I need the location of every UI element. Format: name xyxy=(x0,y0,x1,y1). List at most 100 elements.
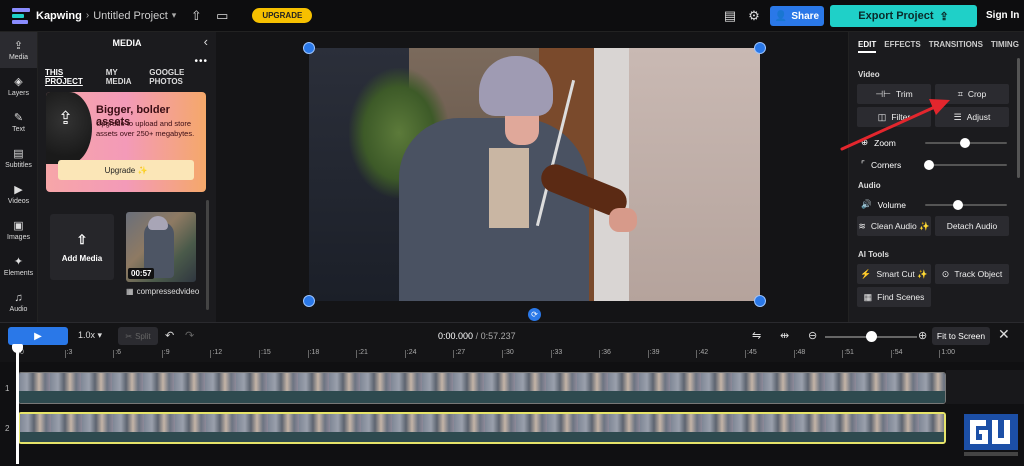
resize-handle-bottom-right[interactable] xyxy=(754,295,766,307)
rail-item-elements[interactable]: ✦ Elements xyxy=(0,248,37,284)
resize-handle-top-right[interactable] xyxy=(754,42,766,54)
close-icon[interactable]: ✕ xyxy=(998,326,1010,343)
split-label: Split xyxy=(135,331,151,341)
video-clip-track-1[interactable] xyxy=(18,372,946,404)
tab-transitions[interactable]: TRANSITIONS xyxy=(929,40,983,53)
gear-icon[interactable]: ⚙ xyxy=(746,8,762,24)
tab-my-media[interactable]: MY MEDIA xyxy=(106,68,143,86)
section-label-ai-tools: AI Tools xyxy=(858,250,889,259)
thumbnail-filename: ▦ compressedvideo xyxy=(126,287,199,296)
track-object-button[interactable]: ⊙ Track Object xyxy=(935,264,1009,284)
target-icon: ⊙ xyxy=(941,268,950,279)
rail-item-label: Elements xyxy=(3,270,34,277)
fit-width-icon[interactable]: ⇹ xyxy=(780,329,789,342)
rail-item-media[interactable]: ⇪ Media xyxy=(0,32,37,68)
trim-button[interactable]: ⊣⊢ Trim xyxy=(857,84,931,104)
corners-slider-knob[interactable] xyxy=(924,160,934,170)
add-media-button[interactable]: ⇧ Add Media xyxy=(50,214,114,280)
ruler-tick-mark xyxy=(647,350,649,358)
undo-icon[interactable]: ↶ xyxy=(165,329,174,342)
timeline-zoom-knob[interactable] xyxy=(866,331,877,342)
playback-speed-select[interactable]: 1.0x ▾ xyxy=(78,330,102,341)
volume-slider-knob[interactable] xyxy=(953,200,963,210)
timeline-ruler[interactable]: :0:3:6:9:12:15:18:21:24:27:30:33:36:39:4… xyxy=(0,348,1024,362)
ruler-tick-mark xyxy=(696,350,698,358)
find-scenes-button[interactable]: ▦ Find Scenes xyxy=(857,287,931,307)
split-button[interactable]: ✂ Split xyxy=(118,327,158,345)
ruler-tick-mark xyxy=(890,350,892,358)
ruler-tick-mark xyxy=(745,350,746,358)
ruler-tick-label: :36 xyxy=(601,349,611,356)
sign-in-link[interactable]: Sign In xyxy=(986,10,1019,21)
ruler-tick-mark xyxy=(453,350,455,358)
video-preview[interactable] xyxy=(309,48,760,301)
tab-effects[interactable]: EFFECTS xyxy=(884,40,920,53)
caption-icon[interactable]: ▭ xyxy=(214,8,230,24)
video-clip-track-2[interactable] xyxy=(18,412,946,444)
tab-this-project[interactable]: THIS PROJECT xyxy=(45,68,100,86)
edit-panel-scrollbar[interactable] xyxy=(1017,58,1020,178)
zoom-slider-knob[interactable] xyxy=(960,138,970,148)
chevron-left-icon[interactable]: ‹ xyxy=(204,34,208,49)
breadcrumb-separator: › xyxy=(85,10,90,21)
promo-upgrade-button[interactable]: Upgrade ✨ xyxy=(58,160,194,180)
comment-icon[interactable]: ▤ xyxy=(722,8,738,24)
share-button[interactable]: 👤 Share xyxy=(770,6,824,26)
rail-item-images[interactable]: ▣ Images xyxy=(0,212,37,248)
smart-cut-label: Smart Cut ✨ xyxy=(876,268,928,279)
corners-slider-track[interactable] xyxy=(925,164,1007,166)
ruler-tick-mark xyxy=(404,350,406,358)
volume-slider-track[interactable] xyxy=(925,204,1007,206)
rail-item-subtitles[interactable]: ▤ Subtitles xyxy=(0,140,37,176)
adjust-icon: ☰ xyxy=(953,111,962,122)
upload-icon: ⇪ xyxy=(58,108,74,128)
zoom-out-icon[interactable]: ⊖ xyxy=(808,329,817,342)
export-project-button[interactable]: Export Project ⇪ xyxy=(830,5,977,27)
track-1-empty-area xyxy=(946,370,1024,404)
smart-cut-button[interactable]: ⚡ Smart Cut ✨ xyxy=(857,264,931,284)
fit-to-screen-button[interactable]: Fit to Screen xyxy=(932,327,990,345)
ruler-tick-label: :6 xyxy=(115,349,122,356)
tab-edit[interactable]: EDIT xyxy=(858,40,877,53)
ruler-tick-mark xyxy=(161,350,163,358)
resize-handle-top-left[interactable] xyxy=(303,42,315,54)
tab-timing[interactable]: TIMING xyxy=(991,40,1019,53)
ruler-tick-mark xyxy=(356,350,358,358)
tab-google-photos[interactable]: GOOGLE PHOTOS xyxy=(149,68,216,86)
file-icon: ▦ xyxy=(126,287,134,296)
play-button[interactable]: ▶ xyxy=(8,327,68,345)
media-thumbnail[interactable]: 00:57 xyxy=(126,212,196,282)
clean-audio-button[interactable]: ≋ Clean Audio ✨ xyxy=(857,216,931,236)
detach-audio-button[interactable]: Detach Audio xyxy=(935,216,1009,236)
rail-item-label: Subtitles xyxy=(5,162,32,169)
rail-item-videos[interactable]: ▶ Videos xyxy=(0,176,37,212)
zoom-in-icon[interactable]: ⊕ xyxy=(918,329,927,342)
zoom-icon: ⊕ xyxy=(861,137,869,147)
resize-handle-bottom-left[interactable] xyxy=(303,295,315,307)
ruler-tick-mark xyxy=(113,350,115,358)
ruler-tick-label: :12 xyxy=(212,349,223,356)
volume-control: 🔊 Volume xyxy=(861,199,906,210)
kapwing-logo-icon[interactable] xyxy=(12,7,30,24)
crop-button[interactable]: ⌗ Crop xyxy=(935,84,1009,104)
media-scrollbar[interactable] xyxy=(206,200,209,310)
rail-item-text[interactable]: ✎ Text xyxy=(0,104,37,140)
rail-item-audio[interactable]: ♫ Audio xyxy=(0,284,37,320)
top-bar: Kapwing › Untitled Project ▾ ⇧ ▭ UPGRADE… xyxy=(0,0,1024,32)
more-options-icon[interactable]: ••• xyxy=(194,56,208,67)
share-upload-icon[interactable]: ⇧ xyxy=(188,8,204,24)
ruler-tick-label: :42 xyxy=(698,349,709,356)
rotate-icon[interactable]: ⟳ xyxy=(528,308,541,321)
playhead[interactable] xyxy=(16,346,19,464)
filter-button[interactable]: ◫ Filter xyxy=(857,107,931,127)
upgrade-badge[interactable]: UPGRADE xyxy=(252,8,313,23)
scene-scarf xyxy=(489,148,529,228)
redo-icon[interactable]: ↷ xyxy=(185,329,194,342)
rail-item-layers[interactable]: ◈ Layers xyxy=(0,68,37,104)
audio-waveform-toggle-icon[interactable]: ⇋ xyxy=(752,329,761,342)
adjust-button[interactable]: ☰ Adjust xyxy=(935,107,1009,127)
chevron-down-icon[interactable]: ▾ xyxy=(172,10,177,21)
rail-item-label: Videos xyxy=(7,198,30,205)
brand-name[interactable]: Kapwing xyxy=(36,10,82,22)
project-title[interactable]: Untitled Project xyxy=(93,10,168,22)
